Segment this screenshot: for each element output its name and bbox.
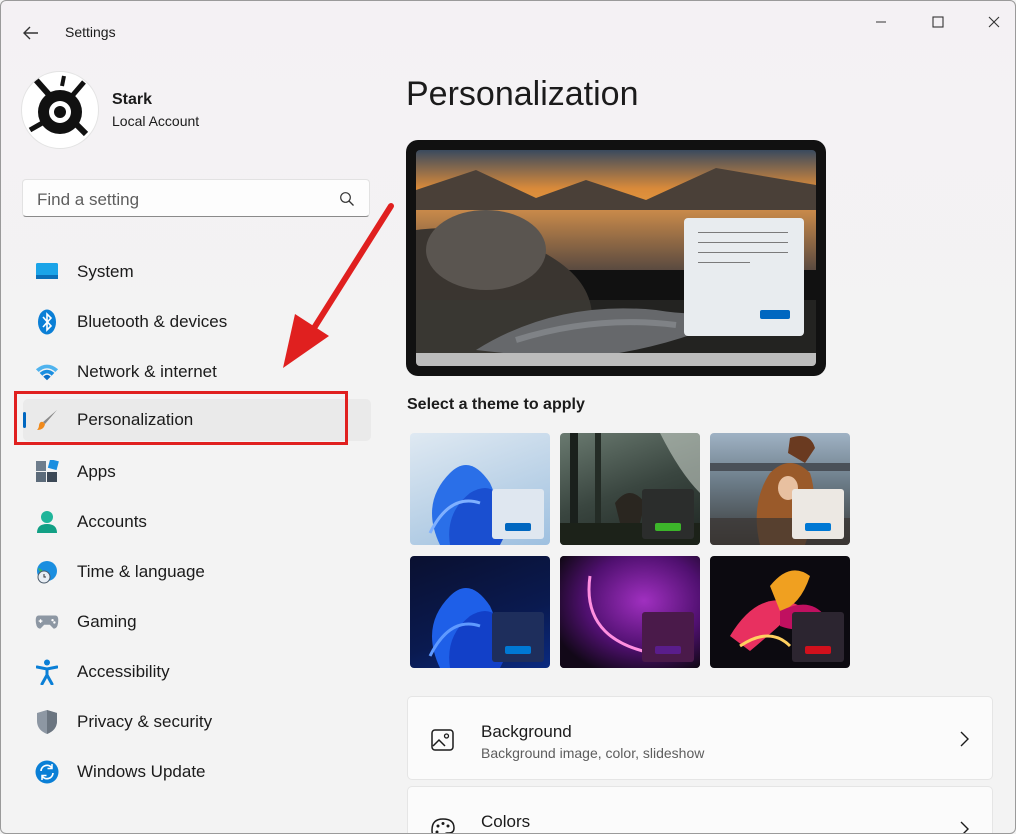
- minimize-icon: [876, 21, 886, 23]
- theme-tile-autumn-portrait[interactable]: [710, 433, 850, 545]
- account-type: Local Account: [112, 113, 200, 129]
- sidebar-item-label: Apps: [77, 462, 116, 481]
- sidebar-item-label: Gaming: [77, 612, 137, 631]
- colors-setting-card[interactable]: Colors: [407, 786, 993, 833]
- app-title: Settings: [65, 24, 116, 40]
- chevron-right-icon: [960, 731, 969, 747]
- card-subtitle: Background image, color, slideshow: [481, 745, 705, 761]
- maximize-button[interactable]: [915, 11, 961, 33]
- theme-section-label: Select a theme to apply: [407, 396, 585, 413]
- sidebar-item-label: Windows Update: [77, 762, 206, 781]
- chevron-right-icon: [960, 821, 969, 833]
- theme-accent-swatch: [505, 523, 531, 531]
- sidebar-item-windows-update[interactable]: Windows Update: [23, 751, 371, 793]
- back-arrow-icon: [23, 26, 38, 40]
- bluetooth-icon: [35, 309, 59, 335]
- palette-icon: [431, 818, 455, 833]
- theme-tile-captured-motion[interactable]: [710, 556, 850, 668]
- system-icon: [35, 260, 59, 284]
- image-icon: [431, 729, 454, 751]
- title-bar: Settings: [1, 1, 1015, 63]
- preview-window: [684, 218, 804, 336]
- theme-accent-swatch: [655, 646, 681, 654]
- globe-clock-icon: [35, 560, 59, 584]
- theme-accent-swatch: [655, 523, 681, 531]
- preview-taskbar: [416, 353, 816, 366]
- theme-tile-light-bloom[interactable]: [410, 433, 550, 545]
- theme-accent-swatch: [505, 646, 531, 654]
- wifi-icon: [35, 360, 59, 384]
- theme-tile-glow[interactable]: [560, 556, 700, 668]
- sidebar-item-label: Network & internet: [77, 362, 217, 381]
- gamepad-icon: [35, 610, 59, 634]
- theme-tile-dark-forest[interactable]: [560, 433, 700, 545]
- sidebar-item-label: Bluetooth & devices: [77, 312, 228, 331]
- theme-window-swatch: [792, 612, 844, 662]
- sidebar-item-accessibility[interactable]: Accessibility: [23, 651, 371, 693]
- close-button[interactable]: [971, 11, 1015, 33]
- sidebar-item-accounts[interactable]: Accounts: [23, 501, 371, 543]
- theme-window-swatch: [492, 612, 544, 662]
- annotation-arrow-icon: [283, 203, 394, 368]
- sidebar-item-privacy-security[interactable]: Privacy & security: [23, 701, 371, 743]
- sidebar-item-label: Accessibility: [77, 662, 170, 681]
- theme-window-swatch: [642, 489, 694, 539]
- sidebar-item-label: Time & language: [77, 562, 205, 581]
- settings-window: Settings Stark Local Account Find a sett…: [0, 0, 1016, 834]
- sidebar-item-apps[interactable]: Apps: [23, 451, 371, 493]
- page-title: Personalization: [406, 75, 639, 113]
- theme-window-swatch: [642, 612, 694, 662]
- minimize-button[interactable]: [858, 11, 904, 33]
- sidebar-item-time-language[interactable]: Time & language: [23, 551, 371, 593]
- theme-preview: [406, 140, 826, 376]
- theme-window-swatch: [792, 489, 844, 539]
- profile-name: Stark: [112, 91, 153, 108]
- maximize-icon: [932, 16, 944, 28]
- theme-window-swatch: [492, 489, 544, 539]
- theme-accent-swatch: [805, 646, 831, 654]
- person-icon: [35, 510, 59, 534]
- avatar-logo-icon: [28, 75, 89, 137]
- theme-accent-swatch: [805, 523, 831, 531]
- sidebar-item-gaming[interactable]: Gaming: [23, 601, 371, 643]
- shield-icon: [35, 710, 59, 734]
- theme-tile-dark-bloom[interactable]: [410, 556, 550, 668]
- card-title: Colors: [481, 812, 531, 831]
- refresh-icon: [35, 760, 59, 784]
- sidebar-item-label: Accounts: [77, 512, 147, 531]
- background-setting-card[interactable]: Background Background image, color, slid…: [407, 696, 993, 780]
- avatar[interactable]: [21, 71, 99, 149]
- apps-icon: [35, 460, 59, 484]
- annotation-highlight-box: [14, 391, 348, 445]
- wallpaper-preview: [416, 150, 816, 366]
- sidebar-item-label: System: [77, 262, 134, 281]
- back-button[interactable]: [17, 21, 45, 45]
- card-title: Background: [481, 722, 572, 741]
- sidebar-item-label: Privacy & security: [77, 712, 213, 731]
- preview-accent-button: [760, 310, 790, 319]
- close-icon: [988, 16, 1000, 28]
- accessibility-icon: [35, 659, 59, 685]
